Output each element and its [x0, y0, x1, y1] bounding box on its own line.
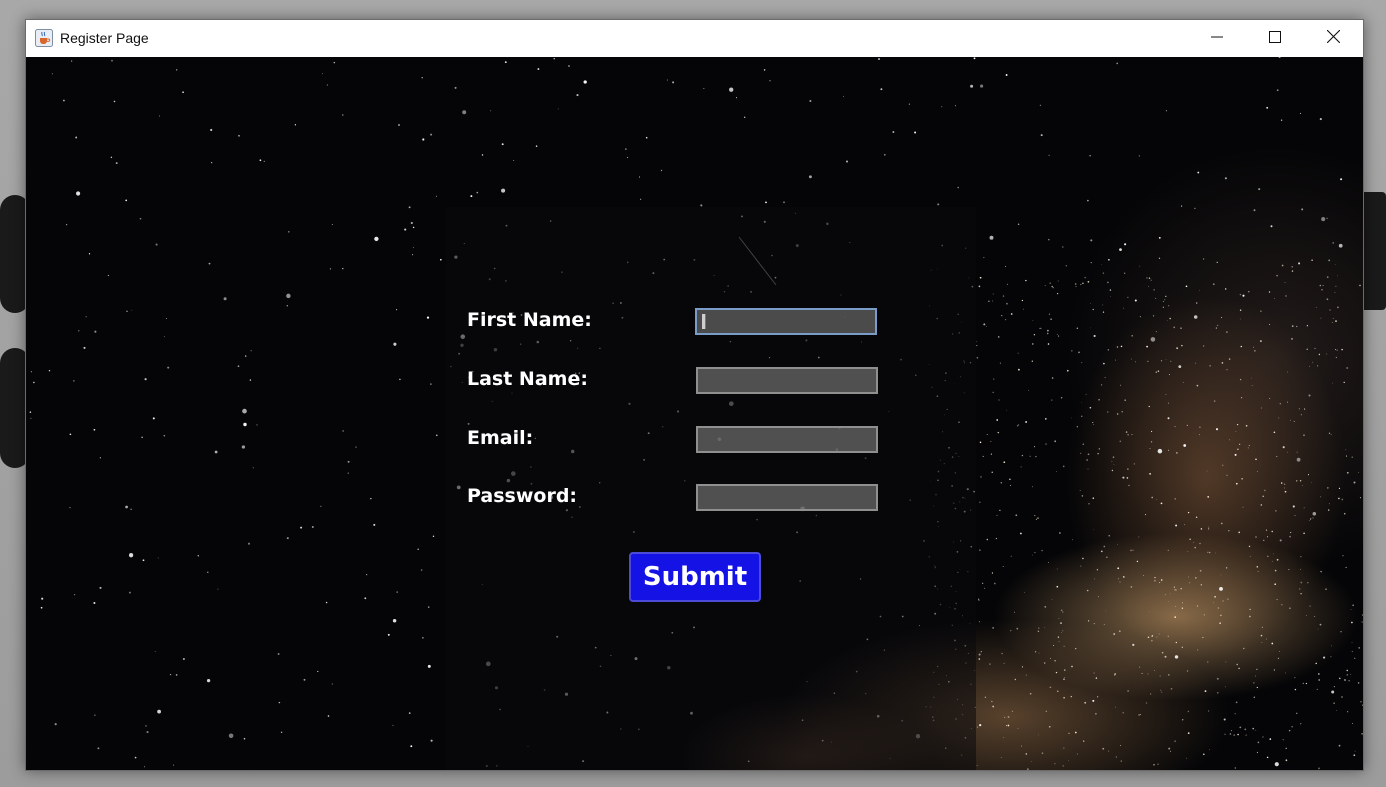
text-caret — [702, 314, 706, 329]
password-label: Password: — [467, 485, 578, 507]
starry-background: First Name: Last Name: Email: Password: … — [26, 57, 1363, 770]
first-name-label: First Name: — [467, 309, 592, 331]
last-name-label: Last Name: — [467, 368, 588, 390]
maximize-button[interactable] — [1246, 20, 1304, 57]
minimize-icon — [1211, 30, 1223, 48]
submit-button[interactable]: Submit — [629, 552, 761, 602]
register-window: Register Page First Name: Last Name: Ema… — [25, 19, 1364, 771]
email-label: Email: — [467, 427, 534, 449]
java-cup-icon — [35, 29, 53, 47]
minimize-button[interactable] — [1188, 20, 1246, 57]
maximize-icon — [1269, 30, 1281, 48]
close-button[interactable] — [1304, 20, 1362, 57]
close-icon — [1326, 29, 1340, 48]
desktop-background: Register Page First Name: Last Name: Ema… — [0, 0, 1386, 787]
password-input[interactable] — [696, 484, 878, 511]
first-name-input[interactable] — [695, 308, 877, 335]
window-title: Register Page — [60, 30, 149, 46]
email-input[interactable] — [696, 426, 878, 453]
last-name-input[interactable] — [696, 367, 878, 394]
title-bar[interactable]: Register Page — [26, 20, 1363, 57]
